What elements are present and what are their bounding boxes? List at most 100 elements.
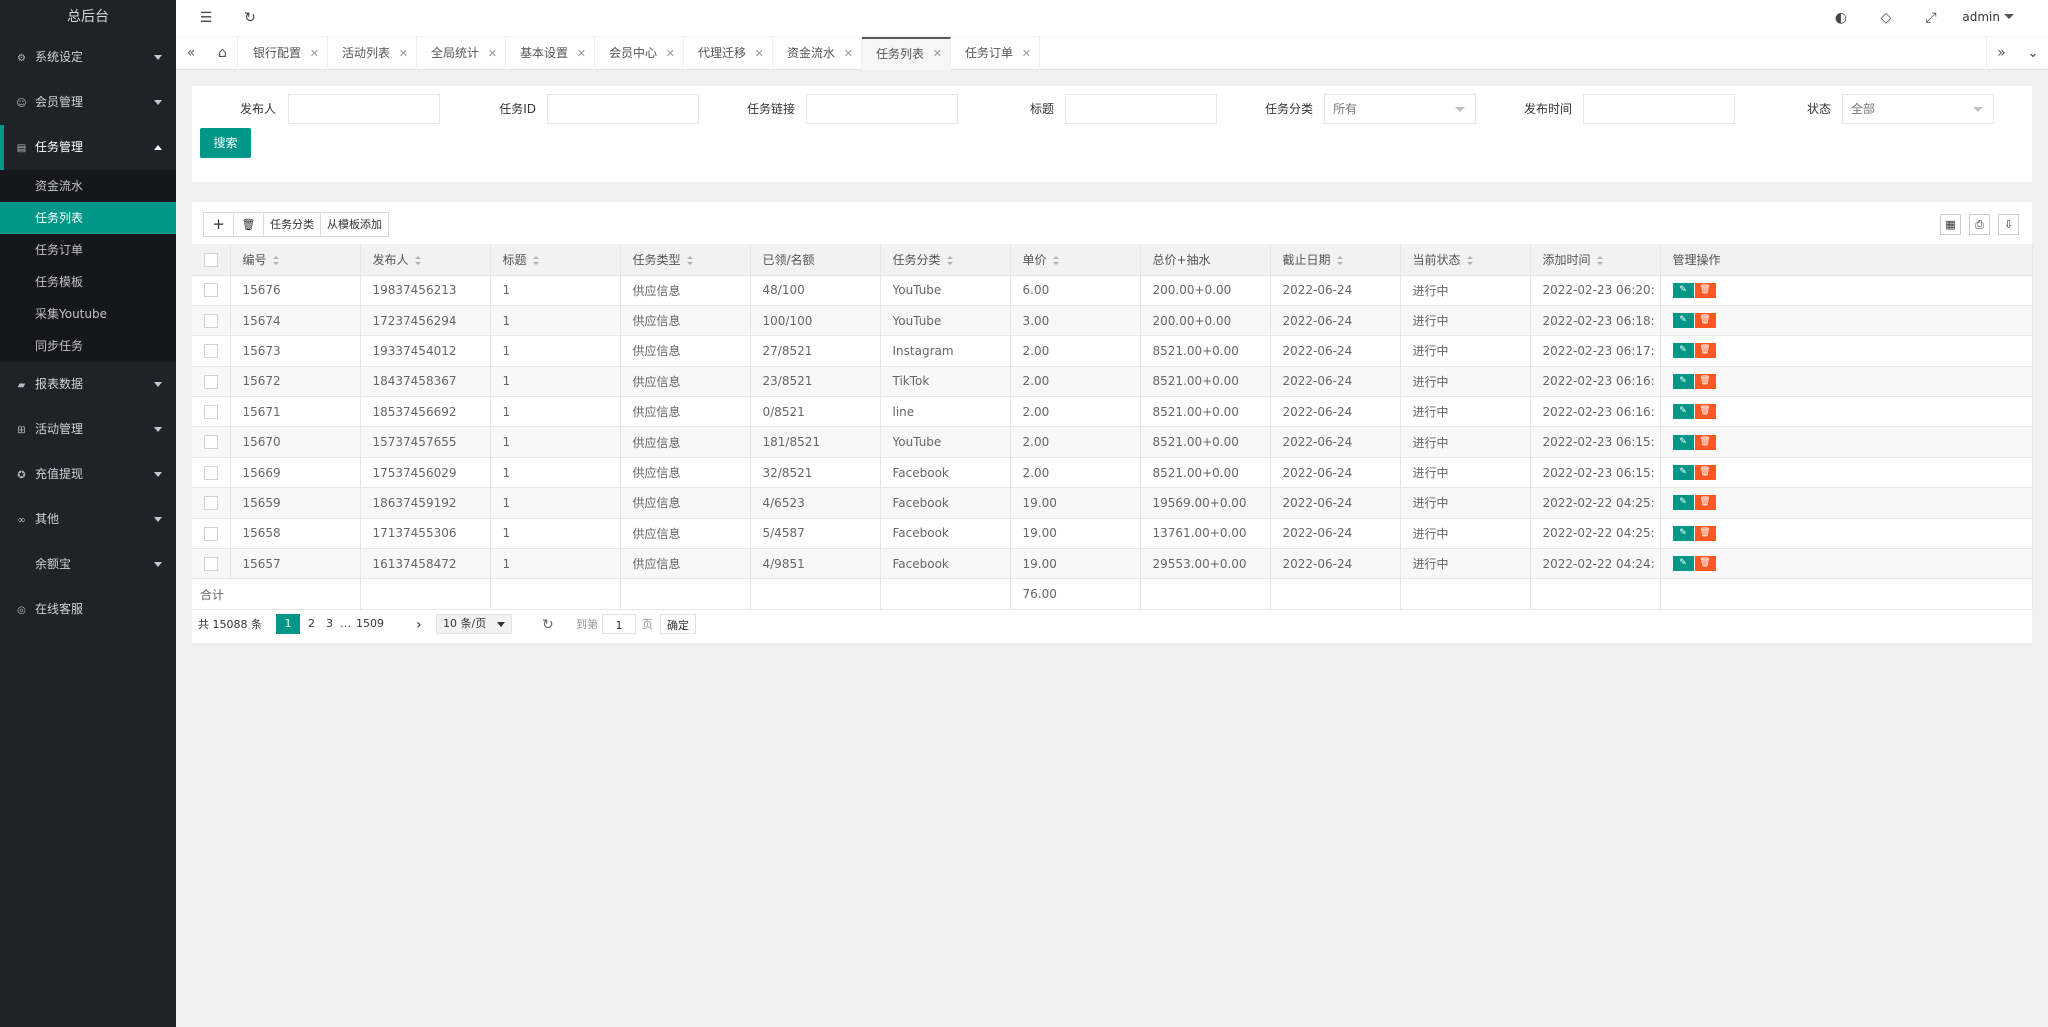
sidebar-item-reports[interactable]: ▰ 报表数据 xyxy=(0,362,176,407)
close-icon[interactable]: ✕ xyxy=(310,37,319,70)
column-header[interactable]: 添加时间 xyxy=(1530,244,1661,276)
close-icon[interactable]: ✕ xyxy=(399,37,408,70)
task-id-input[interactable] xyxy=(547,94,699,124)
column-header[interactable]: 标题 xyxy=(490,244,621,276)
task-category-button[interactable]: 任务分类 xyxy=(263,212,321,237)
column-header[interactable]: 任务类型 xyxy=(620,244,751,276)
sidebar-item-system[interactable]: ⚙ 系统设定 xyxy=(0,35,176,80)
publisher-input[interactable] xyxy=(288,94,440,124)
column-header[interactable]: 任务分类 xyxy=(880,244,1011,276)
fullscreen-icon[interactable]: ⤢ xyxy=(1921,8,1941,28)
row-checkbox[interactable] xyxy=(203,313,218,328)
tab-fund-flow[interactable]: 资金流水 ✕ xyxy=(773,37,862,70)
column-header[interactable]: 发布人 xyxy=(360,244,491,276)
sidebar-item-support[interactable]: ◎ 在线客服 xyxy=(0,587,176,632)
columns-filter-icon[interactable]: ▦ xyxy=(1940,214,1961,235)
goto-confirm-button[interactable]: 确定 xyxy=(660,614,696,634)
tabs-dropdown-icon[interactable]: ⌄ xyxy=(2018,37,2048,70)
delete-icon[interactable]: 🗑 xyxy=(1694,313,1716,329)
goto-page-input[interactable]: 1 xyxy=(602,614,636,634)
tab-agent-migration[interactable]: 代理迁移 ✕ xyxy=(684,37,773,70)
tab-basic-settings[interactable]: 基本设置 ✕ xyxy=(506,37,595,70)
column-header[interactable]: 单价 xyxy=(1010,244,1141,276)
delete-icon[interactable]: 🗑 xyxy=(1694,434,1716,450)
edit-icon[interactable]: ✎ xyxy=(1672,556,1694,572)
add-button[interactable]: + xyxy=(203,212,234,237)
edit-icon[interactable]: ✎ xyxy=(1672,434,1694,450)
page-1[interactable]: 1 xyxy=(276,614,300,634)
edit-icon[interactable]: ✎ xyxy=(1672,313,1694,329)
tabs-scroll-left-icon[interactable]: « xyxy=(176,37,206,70)
user-menu[interactable]: admin xyxy=(1962,10,2014,24)
home-icon[interactable]: ⌂ xyxy=(208,37,238,70)
category-select[interactable]: 所有 xyxy=(1324,94,1476,124)
row-checkbox[interactable] xyxy=(203,556,218,571)
page-last[interactable]: 1509 xyxy=(356,614,384,634)
close-icon[interactable]: ✕ xyxy=(488,37,497,70)
row-checkbox[interactable] xyxy=(203,374,218,389)
sidebar-item-other[interactable]: ∞ 其他 xyxy=(0,497,176,542)
edit-icon[interactable]: ✎ xyxy=(1672,404,1694,420)
row-checkbox[interactable] xyxy=(203,344,218,359)
publish-time-input[interactable] xyxy=(1583,94,1735,124)
delete-icon[interactable]: 🗑 xyxy=(1694,343,1716,359)
row-checkbox[interactable] xyxy=(203,465,218,480)
edit-icon[interactable]: ✎ xyxy=(1672,343,1694,359)
close-icon[interactable]: ✕ xyxy=(755,37,764,70)
tag-icon[interactable]: ◇ xyxy=(1876,8,1896,28)
row-checkbox[interactable] xyxy=(203,526,218,541)
submenu-item-sync-tasks[interactable]: 同步任务 xyxy=(0,330,176,362)
next-page-icon[interactable]: › xyxy=(416,614,422,636)
submenu-item-task-orders[interactable]: 任务订单 xyxy=(0,234,176,266)
delete-icon[interactable]: 🗑 xyxy=(1694,282,1716,298)
delete-icon[interactable]: 🗑 xyxy=(1694,404,1716,420)
column-header[interactable]: 编号 xyxy=(230,244,361,276)
sidebar-item-yuebao[interactable]: 余额宝 xyxy=(0,542,176,587)
close-icon[interactable]: ✕ xyxy=(1022,37,1031,70)
close-icon[interactable]: ✕ xyxy=(933,39,942,69)
edit-icon[interactable]: ✎ xyxy=(1672,465,1694,481)
theme-icon[interactable]: ◐ xyxy=(1831,8,1851,28)
edit-icon[interactable]: ✎ xyxy=(1672,282,1694,298)
sidebar-item-members[interactable]: ☺ 会员管理 xyxy=(0,80,176,125)
close-icon[interactable]: ✕ xyxy=(666,37,675,70)
task-link-input[interactable] xyxy=(806,94,958,124)
tab-global-stats[interactable]: 全局统计 ✕ xyxy=(417,37,506,70)
edit-icon[interactable]: ✎ xyxy=(1672,525,1694,541)
sidebar-item-recharge[interactable]: ✪ 充值提现 xyxy=(0,452,176,497)
row-checkbox[interactable] xyxy=(203,283,218,298)
submenu-item-task-list[interactable]: 任务列表 xyxy=(0,202,176,234)
delete-icon[interactable]: 🗑 xyxy=(1694,465,1716,481)
delete-button[interactable]: 🗑 xyxy=(233,212,264,237)
tabs-scroll-right-icon[interactable]: » xyxy=(1986,37,2016,70)
delete-icon[interactable]: 🗑 xyxy=(1694,525,1716,541)
delete-icon[interactable]: 🗑 xyxy=(1694,556,1716,572)
refresh-icon[interactable]: ↻ xyxy=(240,8,260,28)
tab-member-center[interactable]: 会员中心 ✕ xyxy=(595,37,684,70)
title-input[interactable] xyxy=(1065,94,1217,124)
status-select[interactable]: 全部 xyxy=(1842,94,1994,124)
add-from-template-button[interactable]: 从模板添加 xyxy=(320,212,389,237)
delete-icon[interactable]: 🗑 xyxy=(1694,495,1716,511)
print-icon[interactable]: ⎙ xyxy=(1969,214,1990,235)
prev-page-icon[interactable]: ‹ xyxy=(258,614,262,636)
tab-activity-list[interactable]: 活动列表 ✕ xyxy=(328,37,417,70)
close-icon[interactable]: ✕ xyxy=(844,37,853,70)
submenu-item-task-templates[interactable]: 任务模板 xyxy=(0,266,176,298)
row-checkbox[interactable] xyxy=(203,435,218,450)
close-icon[interactable]: ✕ xyxy=(577,37,586,70)
edit-icon[interactable]: ✎ xyxy=(1672,373,1694,389)
submenu-item-fund-flow[interactable]: 资金流水 xyxy=(0,170,176,202)
row-checkbox[interactable] xyxy=(203,496,218,511)
page-2[interactable]: 2 xyxy=(308,614,315,634)
page-3[interactable]: 3 xyxy=(326,614,333,634)
submenu-item-collect-youtube[interactable]: 采集Youtube xyxy=(0,298,176,330)
column-header[interactable]: 截止日期 xyxy=(1270,244,1401,276)
export-icon[interactable]: ⇩ xyxy=(1998,214,2019,235)
page-size-select[interactable]: 10 条/页 xyxy=(436,614,512,634)
sidebar-item-tasks[interactable]: ▤ 任务管理 xyxy=(0,125,176,170)
delete-icon[interactable]: 🗑 xyxy=(1694,373,1716,389)
tab-bank-config[interactable]: 银行配置 ✕ xyxy=(239,37,328,70)
tab-task-list[interactable]: 任务列表 ✕ xyxy=(862,37,951,70)
tab-task-orders[interactable]: 任务订单 ✕ xyxy=(951,37,1040,70)
